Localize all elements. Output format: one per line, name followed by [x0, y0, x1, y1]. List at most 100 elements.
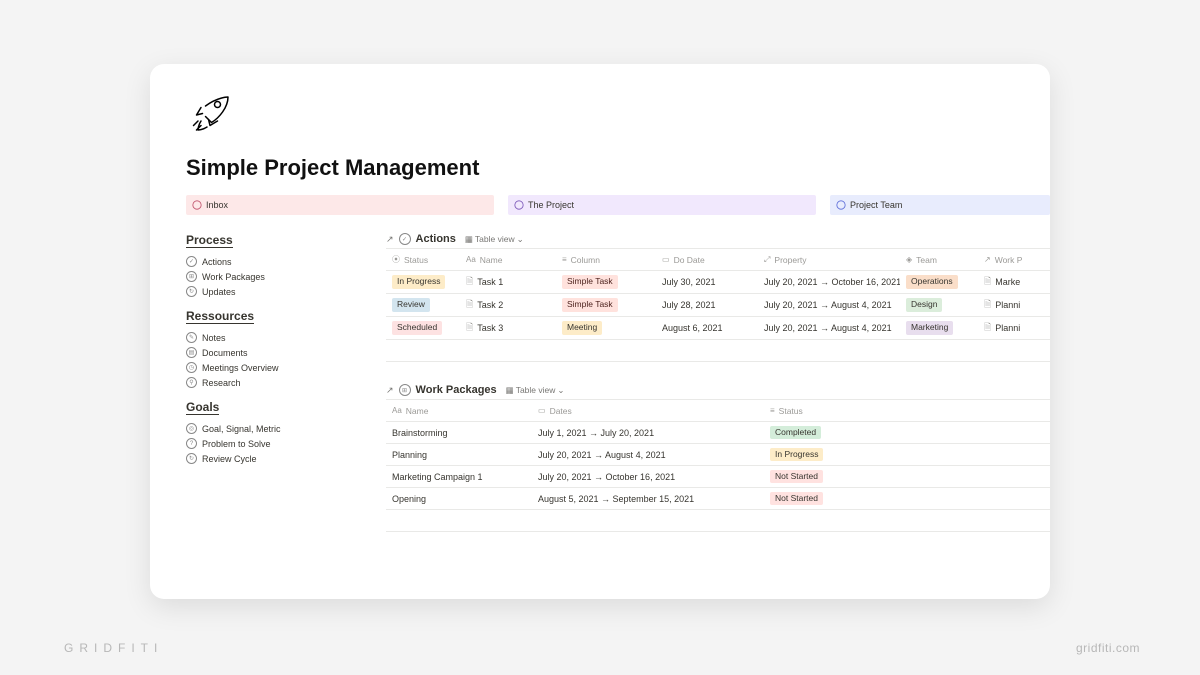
col-dodate[interactable]: ▭Do Date	[656, 252, 758, 268]
section-project[interactable]: The Project	[508, 195, 816, 215]
circle-icon: ✎	[186, 332, 197, 343]
col-status[interactable]: ⦿Status	[386, 251, 460, 268]
sidebar-item-documents[interactable]: ▤ Documents	[186, 345, 376, 360]
sidebar-item-label: Problem to Solve	[202, 439, 271, 449]
sidebar-heading-process: Process	[186, 233, 233, 248]
sidebar-item-label: Documents	[202, 348, 248, 358]
table-row[interactable]: In Progress 🗎Task 1 Simple Task July 30,…	[386, 271, 1050, 294]
status-tag: Scheduled	[392, 321, 442, 335]
table-row[interactable]: Review 🗎Task 2 Simple Task July 28, 2021…	[386, 294, 1050, 317]
status-tag: Not Started	[770, 470, 823, 484]
cell-text: Task 1	[477, 277, 503, 287]
actions-view-selector[interactable]: ▦ Table view ⌄	[465, 234, 524, 245]
sidebar-item-updates[interactable]: ↻Updates	[186, 284, 376, 299]
sidebar-item-meetings[interactable]: ◷Meetings Overview	[186, 360, 376, 375]
col-dates[interactable]: ▭Dates	[532, 403, 764, 419]
status-tag: Completed	[770, 426, 821, 440]
workpackages-db-title[interactable]: Work Packages	[416, 384, 497, 396]
circle-icon: ⊞	[186, 271, 197, 282]
page-icon: 🗎	[984, 320, 991, 336]
col-team[interactable]: ◈Team	[900, 252, 978, 268]
workpackages-view-selector[interactable]: ▦ Table view ⌄	[506, 385, 565, 396]
column-tag: Simple Task	[562, 298, 618, 312]
link-arrow-icon: ↗	[386, 385, 394, 396]
check-circle-icon: ✓	[399, 233, 411, 245]
cell-text: August 6, 2021	[662, 323, 723, 333]
table-empty-row[interactable]	[386, 510, 1050, 532]
table-icon: ▦	[506, 385, 514, 396]
cell-text: Task 3	[477, 323, 503, 333]
rocket-icon	[186, 88, 1050, 139]
status-icon: ⦿	[392, 254, 400, 265]
table-row[interactable]: Planning July 20, 2021 → August 4, 2021 …	[386, 444, 1050, 466]
table-empty-row[interactable]	[386, 340, 1050, 362]
circle-icon: ◷	[186, 362, 197, 373]
cell-text: Opening	[392, 494, 426, 504]
column-tag: Meeting	[562, 321, 602, 335]
col-status[interactable]: ≡Status	[764, 403, 864, 419]
col-workp[interactable]: ↗Work P	[978, 252, 1048, 268]
footer-url: gridfiti.com	[1076, 641, 1140, 655]
table-header-row: ⦿Status AaName ≡Column ▭Do Date ⤢Propert…	[386, 249, 1050, 271]
table-header-row: AaName ▭Dates ≡Status	[386, 400, 1050, 422]
cell-text: Brainstorming	[392, 428, 448, 438]
view-label: Table view	[475, 234, 515, 244]
relation-icon: ↗	[984, 255, 991, 264]
cell-text: Planni	[995, 300, 1020, 310]
col-name[interactable]: AaName	[386, 403, 532, 419]
cell-text: July 20, 2021 → August 4, 2021	[538, 450, 666, 460]
table-row[interactable]: Scheduled 🗎 Task 3 Meeting August 6, 2021…	[386, 317, 1050, 340]
sidebar-item-work-packages[interactable]: ⊞ Work Packages	[186, 269, 376, 284]
col-property[interactable]: ⤢Property	[758, 252, 900, 268]
team-tag: Marketing	[906, 321, 953, 335]
sidebar-item-review-cycle[interactable]: ↻Review Cycle	[186, 451, 376, 466]
circle-icon: ◎	[186, 423, 197, 434]
package-circle-icon: ⊞	[399, 384, 411, 396]
status-tag: In Progress	[392, 275, 445, 289]
cell-text: August 5, 2021 → September 15, 2021	[538, 494, 694, 504]
project-icon	[514, 200, 524, 210]
circle-icon: ↻	[186, 286, 197, 297]
cell-text: July 20, 2021 → August 4, 2021	[764, 300, 892, 310]
workpackages-table: AaName ▭Dates ≡Status Brainstorming July…	[386, 399, 1050, 532]
section-label: Inbox	[206, 200, 228, 210]
actions-db-header: ↗ ✓ Actions ▦ Table view ⌄	[386, 233, 1050, 245]
relation-icon: ⤢	[764, 255, 770, 265]
col-name[interactable]: AaName	[460, 252, 556, 268]
section-inbox[interactable]: Inbox	[186, 195, 494, 215]
cell-text: Marke	[995, 277, 1020, 287]
chevron-down-icon: ⌄	[517, 234, 524, 245]
cell-text: July 30, 2021	[662, 277, 716, 287]
sidebar-item-goal-metric[interactable]: ◎Goal, Signal, Metric	[186, 421, 376, 436]
sidebar-item-label: Research	[202, 378, 241, 388]
circle-icon: ▤	[186, 347, 197, 358]
table-row[interactable]: Brainstorming July 1, 2021 → July 20, 20…	[386, 422, 1050, 444]
sidebar: Process ✓Actions ⊞ Work Packages ↻Updates…	[186, 233, 386, 554]
cell-text: July 20, 2021 → October 16, 2021	[538, 472, 675, 482]
cell-text: July 20, 2021 → October 16, 2021	[764, 277, 900, 287]
select-icon: ≡	[562, 255, 567, 264]
section-team[interactable]: Project Team	[830, 195, 1050, 215]
sidebar-item-label: Notes	[202, 333, 226, 343]
table-row[interactable]: Opening August 5, 2021 → September 15, 2…	[386, 488, 1050, 510]
chevron-down-icon: ⌄	[557, 385, 564, 396]
sidebar-item-label: Work Packages	[202, 272, 265, 282]
col-column[interactable]: ≡Column	[556, 252, 656, 268]
notion-page-card: Simple Project Management Inbox The Proj…	[150, 64, 1050, 599]
sidebar-item-actions[interactable]: ✓Actions	[186, 254, 376, 269]
circle-icon: ✓	[186, 256, 197, 267]
page-icon: 🗎	[466, 297, 473, 313]
sidebar-item-problem[interactable]: ?Problem to Solve	[186, 436, 376, 451]
actions-db-title[interactable]: Actions	[416, 233, 456, 245]
section-bars: Inbox The Project Project Team	[186, 195, 1050, 215]
table-row[interactable]: Marketing Campaign 1 July 20, 2021 → Oct…	[386, 466, 1050, 488]
circle-icon: ⚲	[186, 377, 197, 388]
circle-icon: ↻	[186, 453, 197, 464]
page-content: Simple Project Management Inbox The Proj…	[150, 64, 1050, 554]
page-icon: 🗎	[466, 320, 473, 336]
cell-text: July 20, 2021 → August 4, 2021	[764, 323, 892, 333]
sidebar-item-research[interactable]: ⚲ Research	[186, 375, 376, 390]
sidebar-item-notes[interactable]: ✎ Notes	[186, 330, 376, 345]
team-icon	[836, 200, 846, 210]
text-icon: Aa	[466, 255, 476, 264]
